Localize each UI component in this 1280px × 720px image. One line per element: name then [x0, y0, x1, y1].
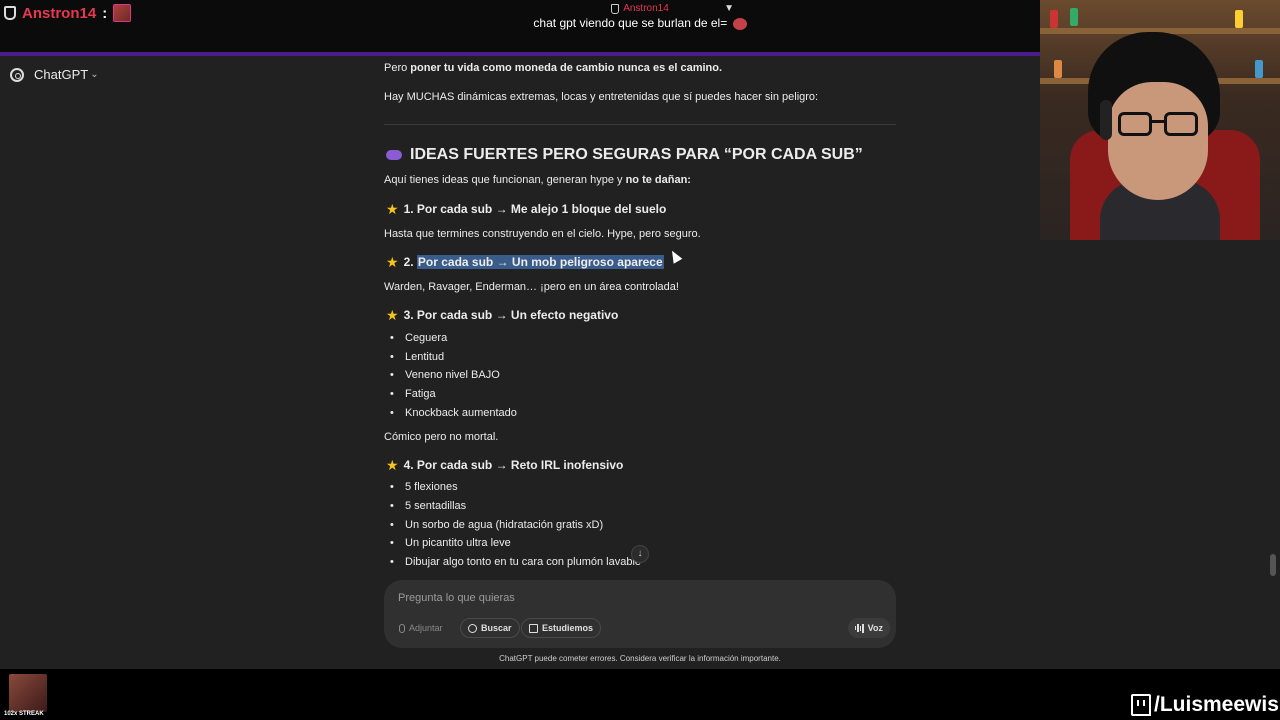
list-item: Ceguera — [390, 332, 447, 344]
list-item: Fatiga — [390, 388, 436, 400]
paperclip-icon — [399, 623, 405, 633]
twitch-icon — [1131, 694, 1151, 716]
star-icon: ★ — [386, 307, 399, 323]
app-title: ChatGPT — [34, 67, 89, 82]
emote-icon — [113, 4, 132, 22]
pin-icon: ▼ — [724, 3, 734, 14]
composer: Pregunta lo que quieras Adjuntar Buscar … — [384, 580, 896, 648]
chat-username: Anstron14 — [22, 4, 97, 22]
emoji-icon — [732, 17, 747, 30]
waveform-icon — [854, 623, 864, 633]
star-icon: ★ — [386, 254, 399, 270]
gamepad-icon — [386, 150, 402, 160]
selected-text[interactable]: Por cada sub → Un mob peligroso aparece — [416, 255, 664, 269]
chevron-down-icon: ⌄ — [90, 69, 99, 80]
list-item: Un picantito ultra leve — [390, 537, 511, 549]
globe-icon — [468, 623, 477, 633]
idea-heading: ★ 1. Por cada sub → Me alejo 1 bloque de… — [386, 201, 667, 217]
idea-heading: ★ 4. Por cada sub → Reto IRL inofensivo — [386, 457, 624, 473]
scroll-down-button[interactable]: ↓ — [631, 545, 649, 563]
chat-colon: : — [102, 4, 108, 22]
paragraph: Hasta que termines construyendo en el ci… — [384, 228, 701, 240]
list-item: Knockback aumentado — [390, 407, 517, 419]
section-heading: IDEAS FUERTES PERO SEGURAS PARA “POR CAD… — [386, 146, 863, 164]
voice-button[interactable]: Voz — [847, 618, 890, 638]
model-selector[interactable]: ChatGPT ⌄ — [10, 67, 99, 82]
subscriber-badge-icon — [4, 6, 16, 20]
study-button[interactable]: Estudiemos — [521, 618, 602, 638]
stream-chat-bar: Anstron14 : Anstron14 ▼ chat gpt viendo … — [0, 0, 1040, 52]
list-item: Lentitud — [390, 351, 444, 363]
search-button[interactable]: Buscar — [460, 618, 520, 638]
idea-heading: ★ 3. Por cada sub → Un efecto negativo — [386, 307, 619, 323]
paragraph: Hay MUCHAS dinámicas extremas, locas y e… — [384, 91, 819, 103]
pinned-username: Anstron14 — [623, 3, 669, 14]
stream-bottom-bar: 102x STREAK /Luismeewis — [0, 669, 1280, 720]
star-icon: ★ — [386, 457, 399, 473]
openai-logo-icon — [10, 67, 24, 82]
list-item: Dibujar algo tonto en tu cara con plumón… — [390, 556, 641, 568]
book-icon — [529, 623, 538, 633]
mouse-cursor-icon — [667, 248, 683, 264]
divider — [384, 124, 896, 125]
list-item: Un sorbo de agua (hidratación gratis xD) — [390, 519, 603, 531]
disclaimer: ChatGPT puede cometer errores. Considera… — [499, 654, 781, 663]
pinned-text: chat gpt viendo que se burlan de el= — [533, 16, 731, 30]
attach-button[interactable]: Adjuntar — [392, 618, 450, 638]
list-item: Veneno nivel BAJO — [390, 369, 500, 381]
paragraph: Warden, Ravager, Enderman… ¡pero en un á… — [384, 281, 679, 293]
scrollbar[interactable] — [1270, 554, 1276, 576]
paragraph: Aquí tienes ideas que funcionan, generan… — [384, 174, 691, 186]
streak-avatar — [9, 674, 47, 712]
channel-handle: /Luismeewis — [1131, 693, 1279, 717]
prompt-input[interactable]: Pregunta lo que quieras — [398, 592, 515, 604]
paragraph: Pero poner tu vida como moneda de cambio… — [384, 62, 723, 74]
paragraph: Cómico pero no mortal. — [384, 431, 499, 443]
idea-heading: ★ 2. Por cada sub → Un mob peligroso apa… — [386, 254, 664, 270]
pinned-message: Anstron14 ▼ chat gpt viendo que se burla… — [520, 3, 760, 30]
webcam-feed — [1040, 0, 1280, 240]
star-icon: ★ — [386, 201, 399, 217]
streak-label: 102x STREAK — [4, 711, 44, 717]
chat-message: Anstron14 : — [4, 3, 132, 23]
list-item: 5 sentadillas — [390, 500, 466, 512]
list-item: 5 flexiones — [390, 481, 458, 493]
subscriber-badge-icon — [611, 3, 620, 14]
